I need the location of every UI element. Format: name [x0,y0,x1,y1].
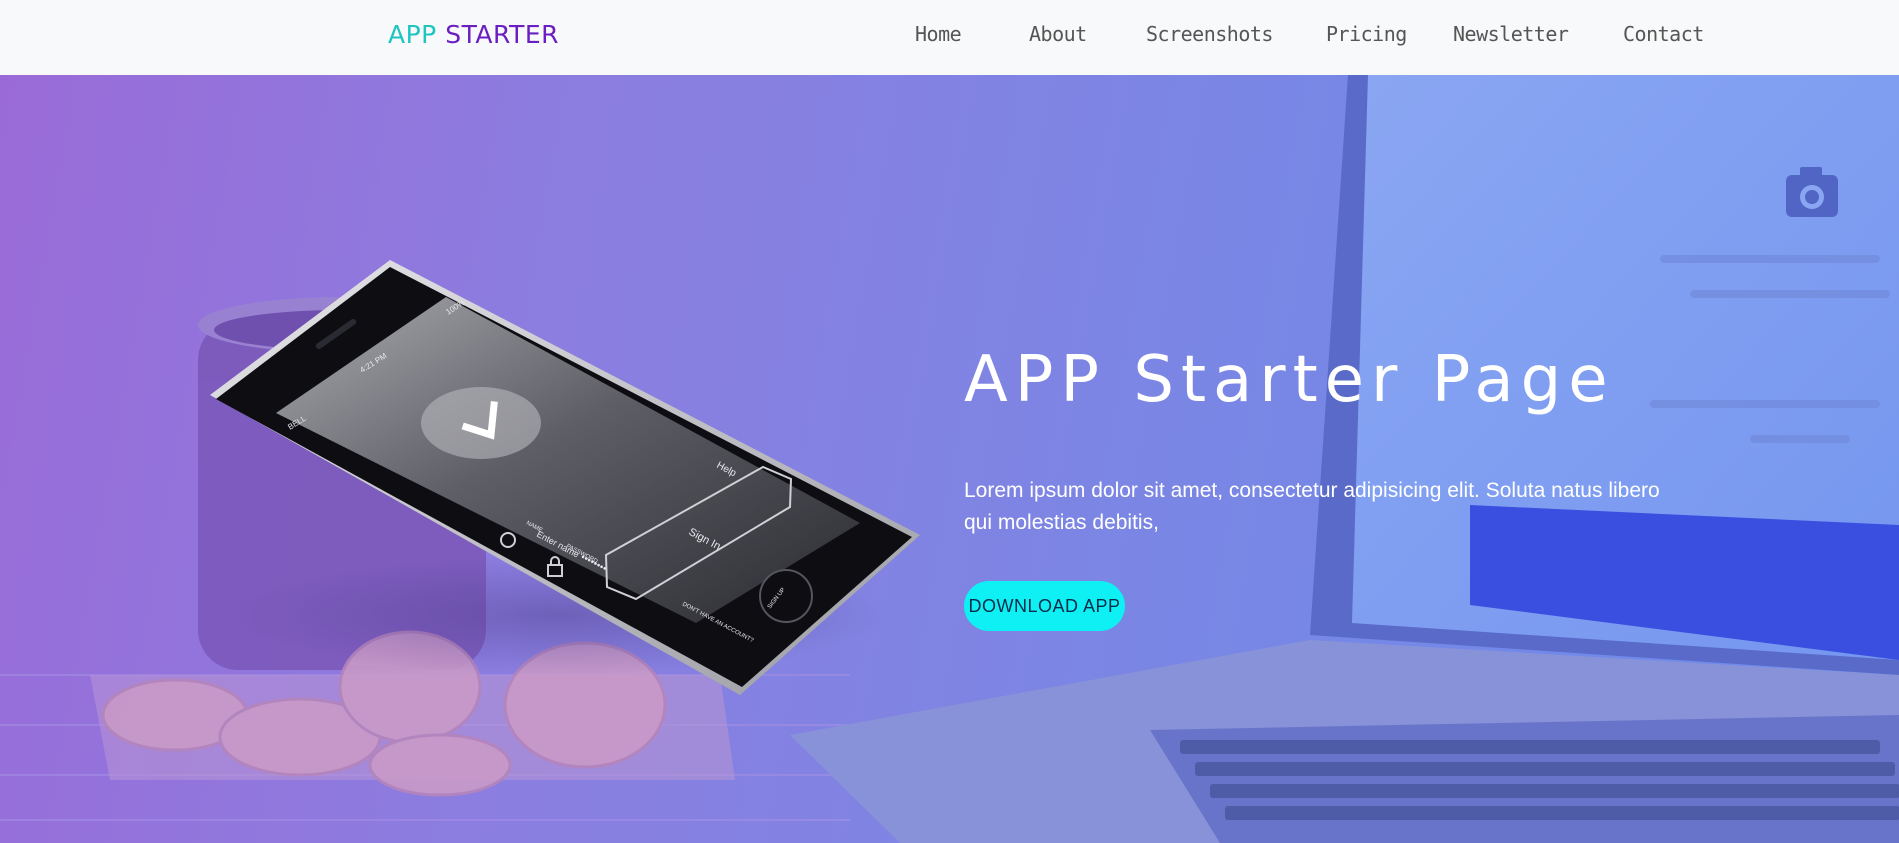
nav-link-contact[interactable]: Contact [1623,22,1704,46]
hero-description: Lorem ipsum dolor sit amet, consectetur … [964,479,1660,534]
brand-logo-part2: STARTER [445,20,560,49]
brand-logo[interactable]: APP STARTER [388,20,559,49]
nav-link-screenshots[interactable]: Screenshots [1146,22,1273,46]
navbar: APP STARTER Home About Screenshots Prici… [0,0,1899,75]
laptop [790,75,1899,843]
nav-link-home[interactable]: Home [915,22,962,46]
download-app-button[interactable]: DOWNLOAD APP [964,581,1125,631]
hero-title: APP Starter Page [964,343,1615,417]
hero-background-image: BELL 4:21 PM 100% Help NAME Enter name P… [0,75,1899,843]
nav-link-about[interactable]: About [1029,22,1087,46]
nav-link-pricing[interactable]: Pricing [1326,22,1407,46]
brand-logo-part1: APP [388,20,437,49]
nav-link-newsletter[interactable]: Newsletter [1453,22,1569,46]
hero-section: BELL 4:21 PM 100% Help NAME Enter name P… [0,75,1899,843]
